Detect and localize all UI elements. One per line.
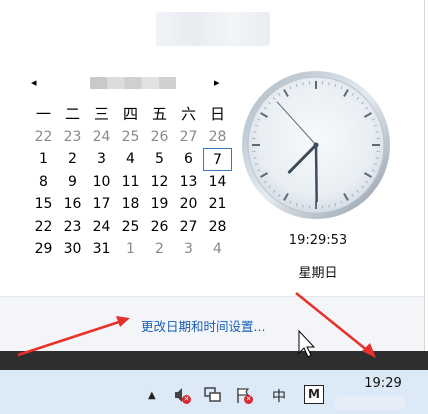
calendar-day[interactable]: 22 <box>29 216 58 239</box>
calendar-day[interactable]: 11 <box>116 171 145 194</box>
calendar-day[interactable]: 19 <box>145 193 174 216</box>
show-hidden-icons-icon[interactable]: ▲ <box>148 390 156 401</box>
calendar-day[interactable]: 12 <box>145 171 174 194</box>
network-icon[interactable] <box>204 386 222 408</box>
next-month-button[interactable]: ▸ <box>214 76 220 89</box>
calendar-day[interactable]: 10 <box>87 171 116 194</box>
minute-hand <box>314 143 318 203</box>
calendar-day[interactable]: 27 <box>174 126 203 149</box>
ime-mode-icon[interactable]: M <box>304 385 324 404</box>
clock-center-pin <box>313 142 319 148</box>
calendar-day[interactable]: 18 <box>116 193 145 216</box>
calendar-day[interactable]: 24 <box>87 216 116 239</box>
calendar-day[interactable]: 1 <box>116 238 145 261</box>
calendar-day[interactable]: 20 <box>174 193 203 216</box>
calendar-day[interactable]: 3 <box>87 148 116 171</box>
calendar-day[interactable]: 17 <box>87 193 116 216</box>
weekday-header: 三 <box>93 105 109 123</box>
calendar-day[interactable]: 5 <box>145 148 174 171</box>
calendar-day[interactable]: 3 <box>174 238 203 261</box>
calendar-day[interactable]: 22 <box>29 126 58 149</box>
monitor-icon <box>204 387 221 402</box>
calendar-day[interactable]: 2 <box>145 238 174 261</box>
calendar-day[interactable]: 29 <box>29 238 58 261</box>
calendar-day[interactable]: 8 <box>29 171 58 194</box>
calendar-day[interactable]: 4 <box>116 148 145 171</box>
action-center-flag-icon[interactable]: ✕ <box>235 386 253 408</box>
weekday-label: 星期日 <box>298 266 338 281</box>
date-header-blurred <box>156 12 270 46</box>
error-badge-icon: ✕ <box>244 395 253 404</box>
weekday-header: 六 <box>180 105 196 123</box>
calendar-day[interactable]: 2 <box>58 148 87 171</box>
weekday-header: 四 <box>122 105 138 123</box>
calendar-day[interactable]: 28 <box>203 126 232 149</box>
calendar-day-today[interactable]: 7 <box>203 148 232 171</box>
previous-month-button[interactable]: ◂ <box>31 76 37 89</box>
taskbar-top-edge <box>0 351 428 370</box>
calendar-day[interactable]: 26 <box>145 216 174 239</box>
calendar-day[interactable]: 31 <box>87 238 116 261</box>
calendar-day[interactable]: 27 <box>174 216 203 239</box>
weekday-header: 五 <box>151 105 167 123</box>
date-time-flyout: ◂ ▸ 一二三四五六日 22 23 24 25 26 27 28 1 2 3 4 5 6 7 8 9 10 11 12… <box>0 0 425 352</box>
calendar-day[interactable]: 23 <box>58 216 87 239</box>
weekday-header: 二 <box>64 105 80 123</box>
calendar-day[interactable]: 6 <box>174 148 203 171</box>
calendar-day[interactable]: 25 <box>116 216 145 239</box>
calendar-day[interactable]: 13 <box>174 171 203 194</box>
weekday-header: 日 <box>209 105 225 123</box>
digital-time: 19:29:53 <box>288 233 348 248</box>
calendar-day[interactable]: 24 <box>87 126 116 149</box>
calendar-day[interactable]: 9 <box>58 171 87 194</box>
calendar-day[interactable]: 16 <box>58 193 87 216</box>
volume-muted-icon[interactable]: ✕ <box>173 386 191 408</box>
ime-language-icon[interactable]: 中 <box>272 386 286 406</box>
calendar-grid: 一二三四五六日 22 23 24 25 26 27 28 1 2 3 4 5 6 7 8 9 10 11 12 13 14… <box>29 103 232 261</box>
calendar-day[interactable]: 21 <box>203 193 232 216</box>
calendar-day[interactable]: 30 <box>58 238 87 261</box>
calendar-day[interactable]: 4 <box>203 238 232 261</box>
calendar-day[interactable]: 25 <box>116 126 145 149</box>
calendar-day[interactable]: 15 <box>29 193 58 216</box>
weekday-header: 一 <box>35 105 51 123</box>
change-date-time-settings-link[interactable]: 更改日期和时间设置... <box>141 316 265 335</box>
calendar-day[interactable]: 28 <box>203 216 232 239</box>
calendar-day[interactable]: 23 <box>58 126 87 149</box>
month-label-blurred[interactable] <box>90 77 176 89</box>
analog-clock <box>242 71 390 219</box>
taskbar-clock[interactable]: 19:29 <box>358 376 408 391</box>
calendar-day[interactable]: 14 <box>203 171 232 194</box>
calendar-day[interactable]: 1 <box>29 148 58 171</box>
calendar-day[interactable]: 26 <box>145 126 174 149</box>
error-badge-icon: ✕ <box>182 395 191 404</box>
taskbar-date-blurred <box>335 396 405 410</box>
